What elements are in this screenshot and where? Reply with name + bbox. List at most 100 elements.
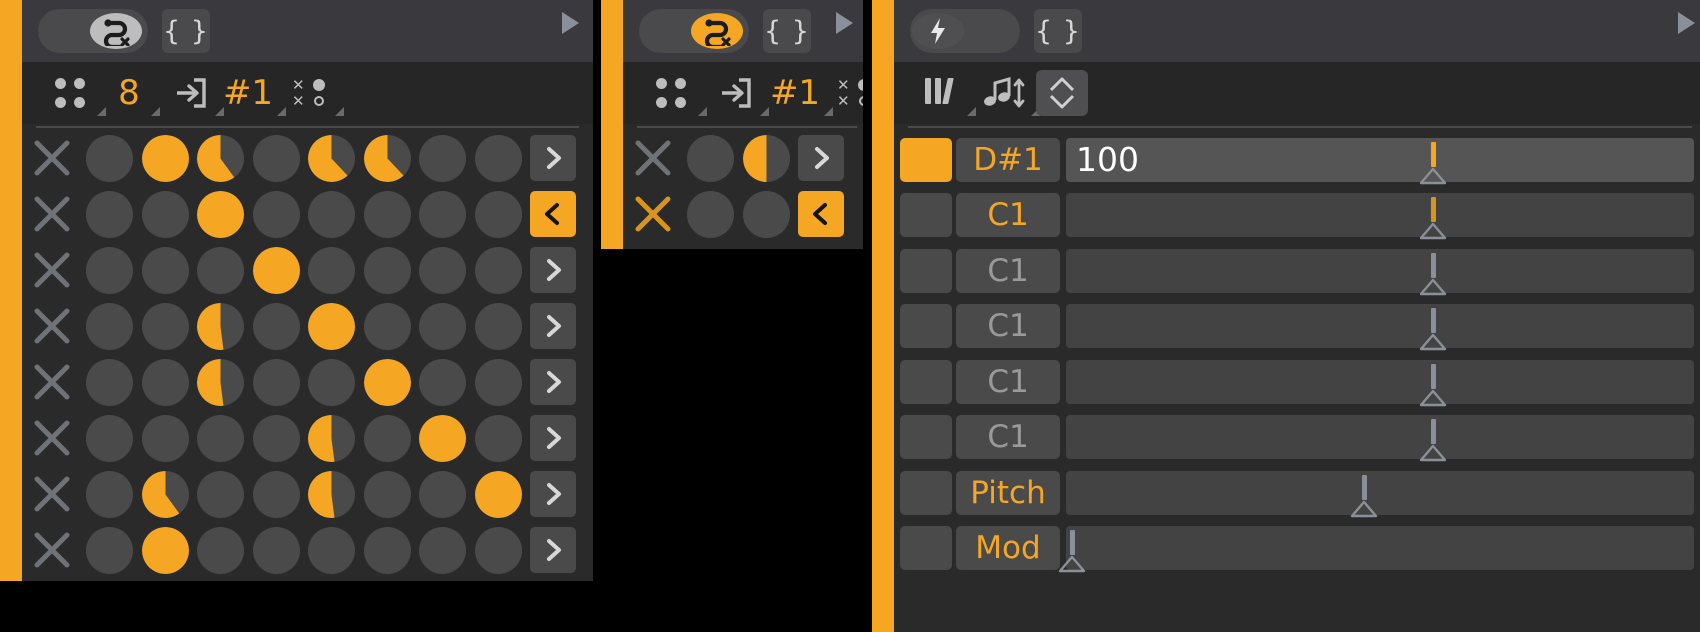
x-clear-icon[interactable] bbox=[30, 248, 74, 292]
trigger-step[interactable] bbox=[197, 358, 244, 406]
right-toolbar-keys-button[interactable] bbox=[914, 62, 976, 124]
trigger-step[interactable] bbox=[419, 470, 466, 518]
slider-handle[interactable] bbox=[1349, 499, 1379, 523]
row-arrow-right-button[interactable] bbox=[530, 527, 576, 573]
lane-name-label[interactable]: D#1 bbox=[956, 137, 1060, 182]
trigger-step[interactable] bbox=[363, 414, 411, 462]
trigger-step[interactable] bbox=[419, 190, 466, 238]
lane-enable-swatch[interactable] bbox=[900, 526, 952, 571]
x-clear-icon[interactable] bbox=[631, 192, 675, 236]
left-play-button[interactable] bbox=[562, 12, 579, 34]
lane-name-label[interactable]: C1 bbox=[956, 304, 1060, 349]
trigger-step[interactable] bbox=[252, 302, 300, 350]
trigger-step[interactable] bbox=[197, 470, 244, 518]
trigger-step[interactable] bbox=[141, 134, 189, 182]
lane-value-slider[interactable] bbox=[1066, 304, 1694, 349]
slider-handle[interactable] bbox=[1418, 443, 1448, 467]
trigger-step[interactable] bbox=[474, 358, 522, 406]
trigger-step[interactable] bbox=[197, 414, 244, 462]
lane-value-slider[interactable] bbox=[1066, 193, 1694, 238]
mid-toolbar-import-button[interactable] bbox=[707, 62, 769, 124]
left-toolbar-randomize-button[interactable]: ✕ ✕ bbox=[282, 62, 344, 124]
trigger-step[interactable] bbox=[474, 134, 522, 182]
trigger-step[interactable] bbox=[197, 190, 244, 238]
trigger-step[interactable] bbox=[742, 190, 790, 238]
trigger-step[interactable] bbox=[308, 526, 355, 574]
trigger-step[interactable] bbox=[308, 358, 355, 406]
mid-toolbar-grid-button[interactable] bbox=[643, 62, 707, 124]
trigger-step[interactable] bbox=[308, 414, 355, 462]
trigger-step[interactable] bbox=[742, 134, 790, 182]
trigger-step[interactable] bbox=[141, 470, 189, 518]
trigger-step[interactable] bbox=[363, 134, 411, 182]
trigger-step[interactable] bbox=[419, 526, 466, 574]
trigger-step[interactable] bbox=[474, 526, 522, 574]
lane-enable-swatch[interactable] bbox=[900, 359, 952, 404]
trigger-step[interactable] bbox=[419, 134, 466, 182]
trigger-step[interactable] bbox=[419, 246, 466, 294]
trigger-step[interactable] bbox=[197, 134, 244, 182]
left-toolbar-pattern-button[interactable]: #1 bbox=[218, 62, 286, 124]
row-arrow-right-button[interactable] bbox=[530, 303, 576, 349]
lane-enable-swatch[interactable] bbox=[900, 248, 952, 293]
row-arrow-right-button[interactable] bbox=[530, 359, 576, 405]
lane-name-label[interactable]: C1 bbox=[956, 415, 1060, 460]
snake-trig-off-icon[interactable] bbox=[90, 13, 142, 49]
trigger-step[interactable] bbox=[308, 470, 355, 518]
trigger-step[interactable] bbox=[86, 246, 133, 294]
lane-enable-swatch[interactable] bbox=[900, 304, 952, 349]
trigger-step[interactable] bbox=[141, 246, 189, 294]
left-toolbar-import-button[interactable] bbox=[162, 62, 224, 124]
left-toolbar-grid-button[interactable] bbox=[42, 62, 106, 124]
slider-handle[interactable] bbox=[1418, 166, 1448, 190]
right-mode-toggle[interactable] bbox=[910, 9, 1020, 53]
trigger-step[interactable] bbox=[252, 470, 300, 518]
trigger-step[interactable] bbox=[141, 190, 189, 238]
trigger-step[interactable] bbox=[308, 134, 355, 182]
trigger-step[interactable] bbox=[86, 526, 133, 574]
lane-value-slider[interactable]: 100 bbox=[1066, 137, 1694, 182]
lane-name-label[interactable]: C1 bbox=[956, 248, 1060, 293]
x-clear-icon[interactable] bbox=[30, 136, 74, 180]
trigger-step[interactable] bbox=[141, 414, 189, 462]
right-braces-button[interactable]: { } bbox=[1034, 9, 1082, 53]
lane-value-slider[interactable] bbox=[1066, 359, 1694, 404]
trigger-step[interactable] bbox=[419, 358, 466, 406]
right-toolbar-updown-button[interactable] bbox=[1036, 70, 1088, 116]
slider-handle[interactable] bbox=[1418, 221, 1448, 245]
trigger-step[interactable] bbox=[252, 134, 300, 182]
trigger-step[interactable] bbox=[86, 190, 133, 238]
trigger-step[interactable] bbox=[86, 470, 133, 518]
mid-braces-button[interactable]: { } bbox=[763, 9, 811, 53]
trigger-step[interactable] bbox=[308, 190, 355, 238]
trigger-step[interactable] bbox=[363, 358, 411, 406]
right-play-button[interactable] bbox=[1678, 12, 1695, 34]
right-toolbar-transpose-button[interactable] bbox=[976, 62, 1040, 124]
row-arrow-left-button[interactable] bbox=[798, 191, 844, 237]
snake-trig-on-icon[interactable] bbox=[691, 13, 743, 49]
trigger-step[interactable] bbox=[86, 134, 133, 182]
lane-value-slider[interactable] bbox=[1066, 415, 1694, 460]
trigger-step[interactable] bbox=[141, 358, 189, 406]
x-clear-icon[interactable] bbox=[30, 304, 74, 348]
slider-handle[interactable] bbox=[1057, 554, 1087, 578]
trigger-step[interactable] bbox=[197, 246, 244, 294]
lane-enable-swatch[interactable] bbox=[900, 415, 952, 460]
trigger-step[interactable] bbox=[308, 246, 355, 294]
left-toolbar-length-button[interactable]: 8 bbox=[106, 62, 160, 124]
trigger-step[interactable] bbox=[474, 302, 522, 350]
mid-toolbar-pattern-button[interactable]: #1 bbox=[765, 62, 833, 124]
trigger-step[interactable] bbox=[363, 470, 411, 518]
row-arrow-left-button[interactable] bbox=[530, 191, 576, 237]
trigger-step[interactable] bbox=[687, 190, 734, 238]
trigger-step[interactable] bbox=[86, 414, 133, 462]
x-clear-icon[interactable] bbox=[30, 472, 74, 516]
lightning-bolt-icon[interactable] bbox=[912, 13, 964, 49]
trigger-step[interactable] bbox=[474, 246, 522, 294]
trigger-step[interactable] bbox=[86, 358, 133, 406]
row-arrow-right-button[interactable] bbox=[530, 135, 576, 181]
trigger-step[interactable] bbox=[363, 246, 411, 294]
trigger-step[interactable] bbox=[86, 302, 133, 350]
trigger-step[interactable] bbox=[141, 526, 189, 574]
trigger-step[interactable] bbox=[474, 414, 522, 462]
